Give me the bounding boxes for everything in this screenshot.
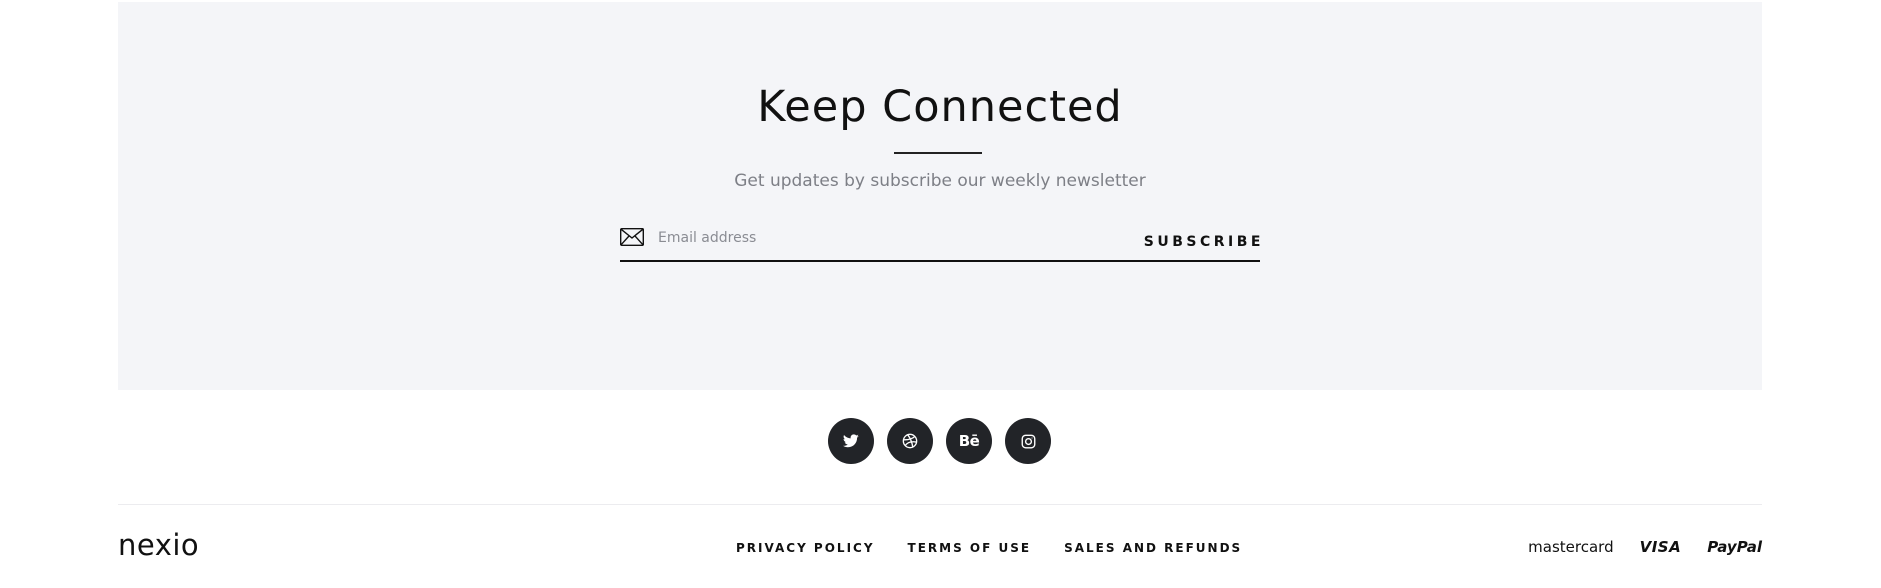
nexio-logo[interactable]: nexio	[118, 527, 199, 563]
newsletter-title: Keep Connected	[757, 82, 1123, 132]
newsletter-subtitle: Get updates by subscribe our weekly news…	[734, 171, 1146, 191]
newsletter-section: Keep Connected Get updates by subscribe …	[118, 2, 1762, 390]
privacy-policy-link[interactable]: PRIVACY POLICY	[736, 541, 875, 555]
visa-logo: VISA	[1639, 538, 1682, 556]
dribbble-icon	[902, 433, 918, 449]
instagram-link[interactable]	[1005, 418, 1051, 464]
twitter-icon	[843, 434, 859, 448]
footer-links: PRIVACY POLICY TERMS OF USE SALES AND RE…	[736, 541, 1242, 555]
dribbble-link[interactable]	[887, 418, 933, 464]
instagram-icon	[1021, 434, 1036, 449]
subscribe-button[interactable]: SUBSCRIBE	[1144, 228, 1264, 256]
behance-link[interactable]: Bē	[946, 418, 992, 464]
footer-divider	[118, 504, 1762, 505]
title-divider	[894, 152, 982, 154]
newsletter-form: SUBSCRIBE	[619, 222, 1260, 262]
email-input[interactable]	[658, 224, 1138, 252]
mastercard-logo: mastercard	[1528, 538, 1614, 556]
behance-icon: Bē	[958, 432, 980, 450]
envelope-icon	[619, 227, 645, 247]
payment-methods: mastercard VISA PayPal	[1528, 538, 1762, 556]
terms-of-use-link[interactable]: TERMS OF USE	[908, 541, 1032, 555]
sales-and-refunds-link[interactable]: SALES AND REFUNDS	[1064, 541, 1242, 555]
twitter-link[interactable]	[828, 418, 874, 464]
social-links: Bē	[828, 418, 1051, 464]
paypal-logo: PayPal	[1707, 538, 1762, 556]
